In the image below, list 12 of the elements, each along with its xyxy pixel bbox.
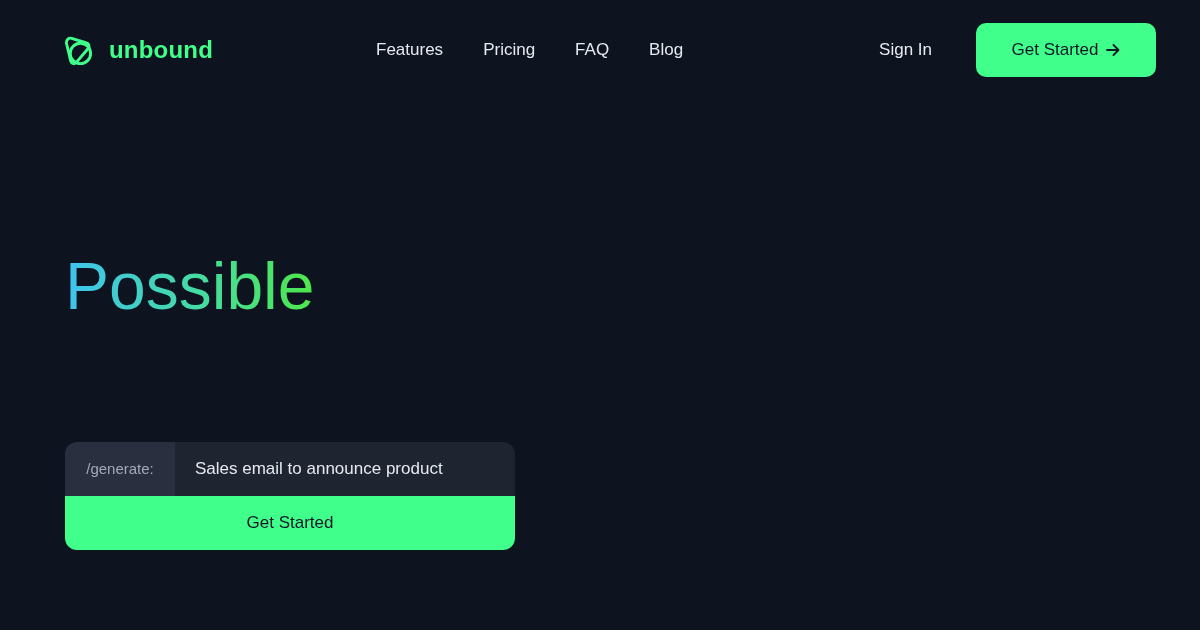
prompt-input-field[interactable]: Sales email to announce product bbox=[175, 442, 515, 496]
get-started-button[interactable]: Get Started bbox=[976, 23, 1156, 77]
command-prefix-label: /generate: bbox=[65, 442, 175, 496]
loop-logo-icon bbox=[62, 34, 93, 66]
brand-logo[interactable]: unbound bbox=[62, 32, 214, 68]
arrow-right-icon bbox=[1106, 44, 1121, 56]
sign-in-link[interactable]: Sign In bbox=[879, 37, 932, 63]
nav-link[interactable]: Blog bbox=[649, 37, 684, 63]
get-started-button[interactable]: Get Started bbox=[65, 496, 515, 550]
nav-link[interactable]: Pricing bbox=[483, 37, 536, 63]
nav-link[interactable]: FAQ bbox=[575, 37, 610, 63]
nav-link[interactable]: Features bbox=[376, 37, 444, 63]
